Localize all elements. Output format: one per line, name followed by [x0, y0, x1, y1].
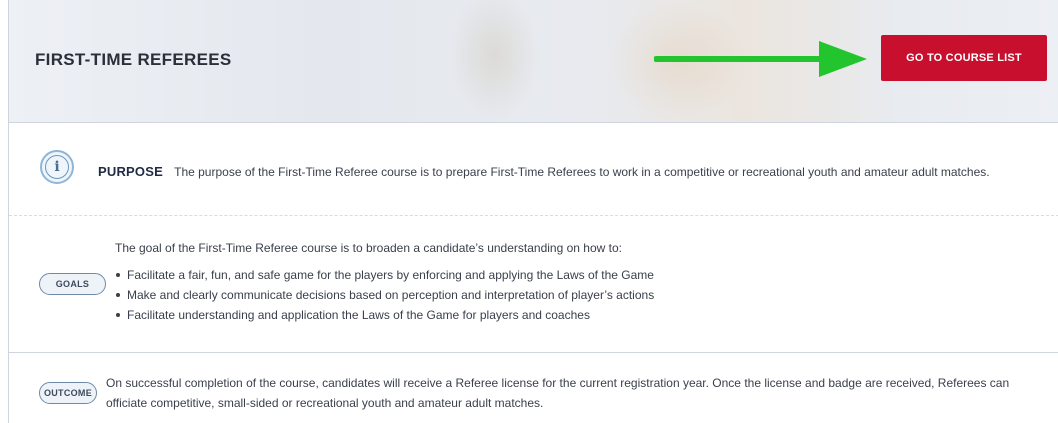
purpose-section: i PURPOSE The purpose of the First-Time … [9, 130, 1058, 216]
header-background-emblem [449, 0, 539, 120]
purpose-row: PURPOSE The purpose of the First-Time Re… [98, 164, 990, 179]
go-to-course-list-button[interactable]: GO TO COURSE LIST [881, 35, 1047, 81]
outcome-badge: OUTCOME [39, 382, 97, 404]
info-icon: i [40, 150, 74, 184]
outcome-text: On successful completion of the course, … [106, 376, 1010, 410]
info-icon-glyph: i [45, 155, 69, 179]
goals-list: Facilitate a fair, fun, and safe game fo… [115, 266, 654, 326]
page-header: FIRST-TIME REFEREES GO TO COURSE LIST [9, 0, 1058, 123]
page-title: FIRST-TIME REFEREES [35, 50, 232, 69]
goals-section: GOALS The goal of the First-Time Referee… [9, 216, 1058, 353]
goals-intro: The goal of the First-Time Referee cours… [115, 241, 622, 255]
goals-badge: GOALS [39, 273, 106, 295]
outcome-section: OUTCOME On successful completion of the … [9, 353, 1058, 423]
list-item: Facilitate understanding and application… [115, 306, 654, 326]
list-item: Facilitate a fair, fun, and safe game fo… [115, 266, 654, 286]
purpose-label: PURPOSE [98, 164, 163, 179]
list-item: Make and clearly communicate decisions b… [115, 286, 654, 306]
course-page: FIRST-TIME REFEREES GO TO COURSE LIST i … [8, 0, 1058, 423]
green-arrow-icon [654, 41, 867, 77]
purpose-text: The purpose of the First-Time Referee co… [174, 165, 990, 179]
